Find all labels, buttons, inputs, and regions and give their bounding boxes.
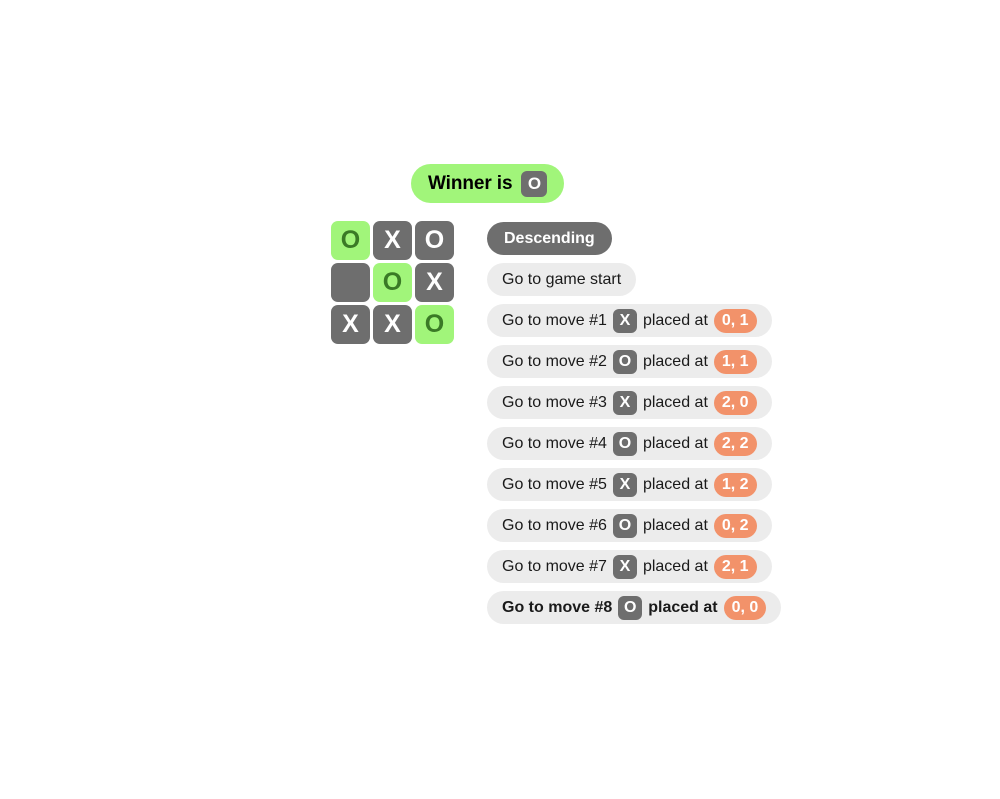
move-player-badge: O — [612, 431, 637, 456]
list-item: Go to move #3 Xplaced at 2, 0 — [487, 386, 772, 419]
list-item: Go to move #7 Xplaced at 2, 1 — [487, 550, 772, 583]
move-label: Go to move #5 — [502, 475, 607, 493]
move-placed-label: placed at — [642, 352, 708, 370]
go-to-move-4-button[interactable]: Go to move #4 Oplaced at 2, 2 — [487, 427, 772, 460]
board-cell-0-2[interactable]: O — [415, 221, 454, 260]
board-cell-1-1[interactable]: O — [373, 263, 412, 302]
move-placed-label: placed at — [642, 557, 708, 575]
move-label: Go to move #7 — [502, 557, 607, 575]
move-placed-label: placed at — [642, 475, 708, 493]
list-item: Go to move #4 Oplaced at 2, 2 — [487, 427, 772, 460]
move-label: Go to game start — [502, 270, 622, 288]
move-label: Go to move #2 — [502, 352, 607, 370]
move-label: Go to move #1 — [502, 311, 607, 329]
go-to-move-1-button[interactable]: Go to move #1 Xplaced at 0, 1 — [487, 304, 772, 337]
move-coordinates-badge: 0, 0 — [723, 595, 767, 620]
board-cell-0-0[interactable]: O — [331, 221, 370, 260]
move-placed-label: placed at — [642, 311, 708, 329]
go-to-move-5-button[interactable]: Go to move #5 Xplaced at 1, 2 — [487, 468, 772, 501]
moves-panel: Descending Go to game start Go to move #1… — [487, 222, 782, 624]
game-board: OXOOXXXO — [331, 221, 454, 344]
move-player-badge: O — [612, 349, 637, 374]
move-coordinates-badge: 2, 2 — [713, 431, 757, 456]
board-cell-2-0[interactable]: X — [331, 305, 370, 344]
list-item: Go to game start — [487, 263, 637, 296]
list-item: Go to move #2 Oplaced at 1, 1 — [487, 345, 772, 378]
move-player-badge: O — [612, 513, 637, 538]
move-label: Go to move #8 — [502, 598, 613, 616]
sort-order-toggle-button[interactable]: Descending — [487, 222, 612, 255]
go-to-move-8-button[interactable]: Go to move #8 Oplaced at 0, 0 — [487, 591, 782, 624]
status-banner: Winner is O — [411, 164, 565, 203]
move-label: Go to move #4 — [502, 434, 607, 452]
go-to-game-start-button[interactable]: Go to game start — [487, 263, 637, 296]
go-to-move-7-button[interactable]: Go to move #7 Xplaced at 2, 1 — [487, 550, 772, 583]
move-coordinates-badge: 0, 2 — [713, 513, 757, 538]
move-player-badge: X — [612, 390, 637, 415]
move-placed-label: placed at — [642, 516, 708, 534]
move-history-list: Go to game start Go to move #1 Xplaced at 0… — [487, 263, 782, 624]
move-label: Go to move #3 — [502, 393, 607, 411]
move-coordinates-badge: 2, 0 — [713, 390, 757, 415]
move-placed-label: placed at — [642, 393, 708, 411]
list-item: Go to move #5 Xplaced at 1, 2 — [487, 468, 772, 501]
move-label: Go to move #6 — [502, 516, 607, 534]
move-player-badge: X — [612, 554, 637, 579]
move-coordinates-badge: 0, 1 — [713, 308, 757, 333]
move-player-badge: X — [612, 308, 637, 333]
list-item: Go to move #1 Xplaced at 0, 1 — [487, 304, 772, 337]
move-placed-label: placed at — [648, 598, 718, 616]
move-coordinates-badge: 1, 2 — [713, 472, 757, 497]
list-item: Go to move #6 Oplaced at 0, 2 — [487, 509, 772, 542]
board-cell-1-0[interactable] — [331, 263, 370, 302]
list-item: Go to move #8 Oplaced at 0, 0 — [487, 591, 782, 624]
winner-mark-badge: O — [521, 170, 548, 197]
go-to-move-6-button[interactable]: Go to move #6 Oplaced at 0, 2 — [487, 509, 772, 542]
board-cell-2-2[interactable]: O — [415, 305, 454, 344]
move-coordinates-badge: 2, 1 — [713, 554, 757, 579]
move-coordinates-badge: 1, 1 — [713, 349, 757, 374]
move-player-badge: X — [612, 472, 637, 497]
move-placed-label: placed at — [642, 434, 708, 452]
board-cell-1-2[interactable]: X — [415, 263, 454, 302]
go-to-move-3-button[interactable]: Go to move #3 Xplaced at 2, 0 — [487, 386, 772, 419]
board-cell-0-1[interactable]: X — [373, 221, 412, 260]
go-to-move-2-button[interactable]: Go to move #2 Oplaced at 1, 1 — [487, 345, 772, 378]
status-text: Winner is — [428, 172, 513, 194]
move-player-badge: O — [618, 595, 643, 620]
board-cell-2-1[interactable]: X — [373, 305, 412, 344]
